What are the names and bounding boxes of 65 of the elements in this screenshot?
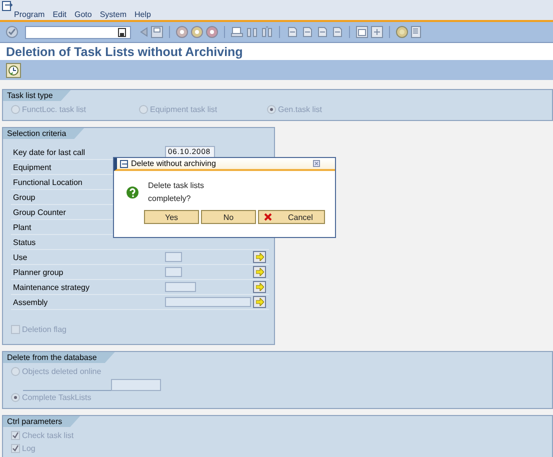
- dropdown-icon[interactable]: [118, 28, 126, 36]
- save-icon[interactable]: [151, 26, 163, 38]
- command-field[interactable]: [25, 26, 131, 38]
- question-icon: [126, 186, 139, 198]
- page-icon[interactable]: [301, 26, 313, 38]
- dialog-message: Delete task lists completely?: [148, 180, 206, 205]
- radio-label: Equipment task list: [150, 105, 218, 114]
- round-icon[interactable]: [206, 26, 218, 38]
- radio-label: Objects deleted online: [22, 367, 102, 376]
- checkbox-label: Check task list: [22, 431, 74, 440]
- group-title: Selection criteria: [3, 128, 84, 139]
- multiple-selection-button[interactable]: [253, 281, 266, 293]
- close-button[interactable]: [312, 159, 321, 168]
- menu-item[interactable]: Goto: [74, 10, 92, 19]
- printer-icon[interactable]: [231, 26, 243, 38]
- menu-item[interactable]: System: [100, 10, 126, 19]
- cancel-button[interactable]: Cancel: [258, 210, 325, 224]
- input-field[interactable]: [165, 252, 182, 262]
- radio-label: Complete TaskLists: [22, 393, 92, 402]
- dialog-title: Delete without archiving: [131, 159, 217, 168]
- window-icon[interactable]: [2, 1, 13, 11]
- field-label: Planner group: [13, 268, 64, 276]
- input-field[interactable]: [111, 378, 161, 390]
- field-label: Status: [13, 238, 36, 246]
- round-icon[interactable]: [191, 26, 203, 38]
- radio-label: FunctLoc. task list: [22, 105, 86, 114]
- page-icon[interactable]: [331, 26, 343, 38]
- menu-item[interactable]: Program: [14, 10, 45, 19]
- field-label: Group: [13, 192, 36, 202]
- field-label: Plant: [13, 222, 32, 232]
- multiple-selection-button[interactable]: [253, 296, 266, 308]
- field-label: Assembly: [13, 298, 48, 306]
- menu-item[interactable]: Edit: [52, 10, 66, 19]
- checkbox-label: Deletion flag: [22, 325, 66, 334]
- page-icon[interactable]: [316, 26, 328, 38]
- multiple-selection-button[interactable]: [253, 266, 266, 278]
- layout-icon[interactable]: [411, 26, 423, 38]
- round-icon[interactable]: [176, 26, 188, 38]
- window-icon[interactable]: [356, 26, 368, 38]
- group-title: Task list type: [3, 90, 71, 101]
- dialog-button[interactable]: No: [201, 210, 256, 224]
- help-icon[interactable]: [396, 26, 408, 38]
- field-label: Group Counter: [13, 208, 66, 216]
- input-field[interactable]: [165, 297, 251, 307]
- menu-item[interactable]: Help: [134, 10, 151, 19]
- cross-icon: [264, 213, 272, 221]
- check-icon[interactable]: [6, 26, 18, 38]
- multiple-selection-button[interactable]: [253, 251, 266, 263]
- field-label: Maintenance strategy: [13, 282, 90, 292]
- field-label: Key date for last call: [13, 148, 86, 156]
- execute-button[interactable]: [6, 63, 21, 78]
- screen-title: Deletion of Task Lists without Archiving: [6, 44, 243, 58]
- dialog-button[interactable]: Yes: [144, 210, 199, 224]
- radio-label: Gen.task list: [278, 105, 322, 114]
- window-icon: [120, 160, 129, 168]
- input-field[interactable]: [165, 267, 182, 277]
- group-title: Ctrl parameters: [3, 416, 80, 427]
- field-label: Use: [13, 252, 28, 262]
- group-title: Delete from the database: [3, 352, 115, 363]
- back-triangle-icon[interactable]: [138, 26, 148, 38]
- input-field[interactable]: [165, 282, 196, 292]
- field-label: Functional Location: [13, 178, 82, 186]
- page-icon[interactable]: [286, 26, 298, 38]
- checkbox-label: Log: [22, 444, 36, 453]
- field-label: Equipment: [13, 162, 52, 172]
